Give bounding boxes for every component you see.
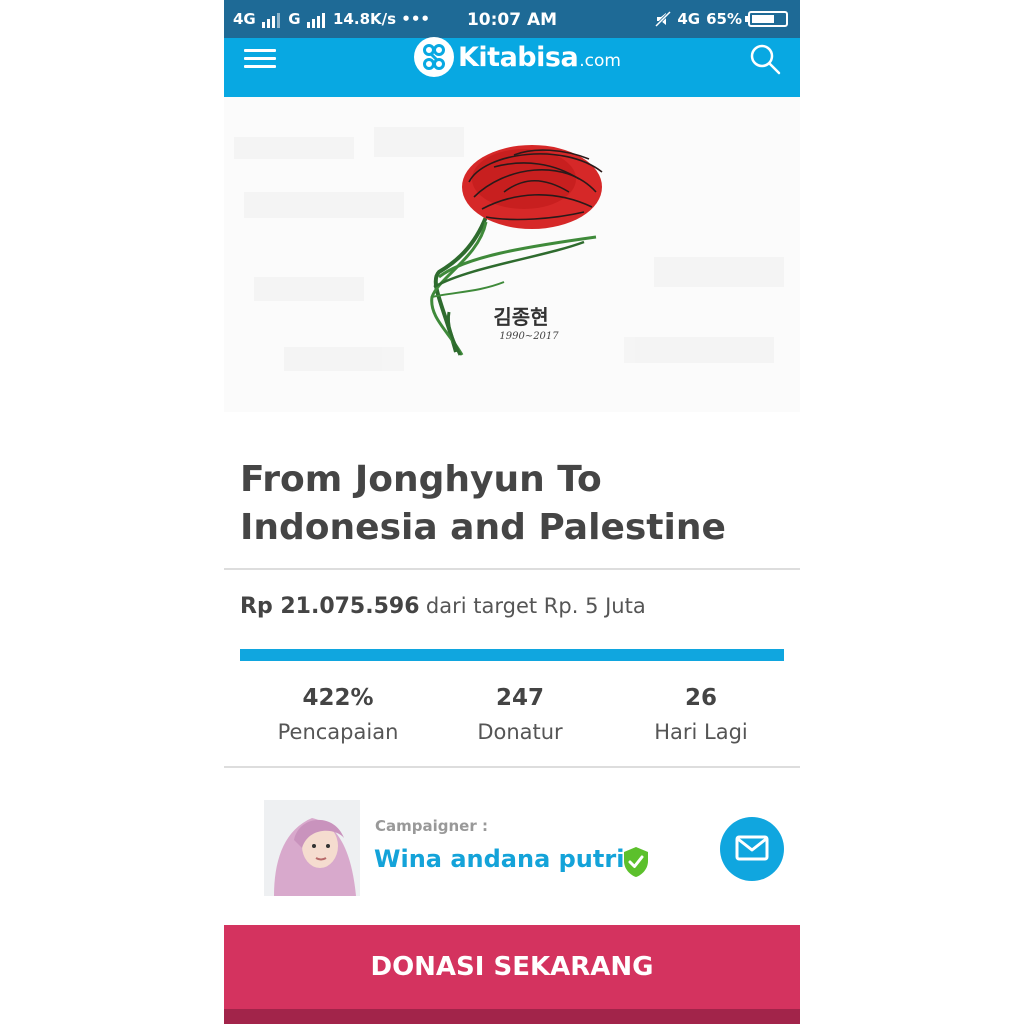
campaign-title: From Jonghyun To Indonesia and Palestine — [240, 459, 726, 548]
search-icon[interactable] — [748, 42, 782, 76]
logo-suffix: .com — [579, 51, 621, 71]
logo-text: Kitabisa — [458, 41, 579, 73]
divider — [224, 568, 800, 570]
status-right: 4G 65% — [655, 10, 788, 28]
battery-icon — [745, 11, 788, 27]
stat-value: 247 — [495, 685, 544, 711]
korean-name-text: 김종현 — [493, 305, 548, 329]
amount-row: Rp 21.075.596 dari target Rp. 5 Juta — [240, 592, 646, 619]
raised-amount: Rp 21.075.596 — [240, 594, 420, 619]
verified-shield-icon — [622, 846, 650, 878]
avatar[interactable] — [264, 800, 360, 896]
years-text: 1990~2017 — [499, 331, 559, 342]
donate-button-shadow — [224, 1009, 800, 1024]
rose-illustration: 김종현 1990~2017 — [234, 127, 784, 371]
hamburger-menu-icon[interactable] — [244, 44, 278, 78]
campaigner-caption: Campaigner : — [375, 817, 488, 835]
envelope-icon — [735, 835, 769, 861]
target-text: dari target Rp. 5 Juta — [425, 594, 646, 618]
stat-label: Hari Lagi — [654, 720, 748, 744]
donate-now-button[interactable]: DONASI SEKARANG — [224, 925, 800, 1009]
mute-icon — [655, 11, 672, 27]
progress-bar — [240, 649, 784, 661]
battery-percent: 65% — [706, 10, 742, 28]
network3-label: 4G — [677, 10, 701, 28]
stat-label: Pencapaian — [277, 720, 399, 744]
status-bar: 4G G 14.8K/s ••• 10:07 AM 4G 65% — [224, 0, 800, 38]
stat-pencapaian: 422% Pencapaian — [248, 684, 428, 752]
divider — [224, 766, 800, 768]
stat-value: 26 — [684, 685, 717, 711]
phone-screen: 4G G 14.8K/s ••• 10:07 AM 4G 65% Kitabis… — [224, 0, 800, 1024]
stat-donatur: 247 Donatur — [430, 684, 610, 752]
progress-fill — [240, 649, 784, 661]
kitabisa-logo-icon — [414, 37, 454, 77]
campaigner-name[interactable]: Wina andana putri — [374, 845, 624, 873]
stat-label: Donatur — [477, 720, 563, 744]
campaign-image: 김종현 1990~2017 — [224, 97, 800, 412]
message-button[interactable] — [720, 817, 784, 881]
stat-hari-lagi: 26 Hari Lagi — [611, 684, 791, 752]
kitabisa-logo[interactable]: Kitabisa .com — [414, 37, 621, 77]
app-header: Kitabisa .com — [224, 37, 800, 97]
stat-value: 422% — [302, 685, 374, 711]
